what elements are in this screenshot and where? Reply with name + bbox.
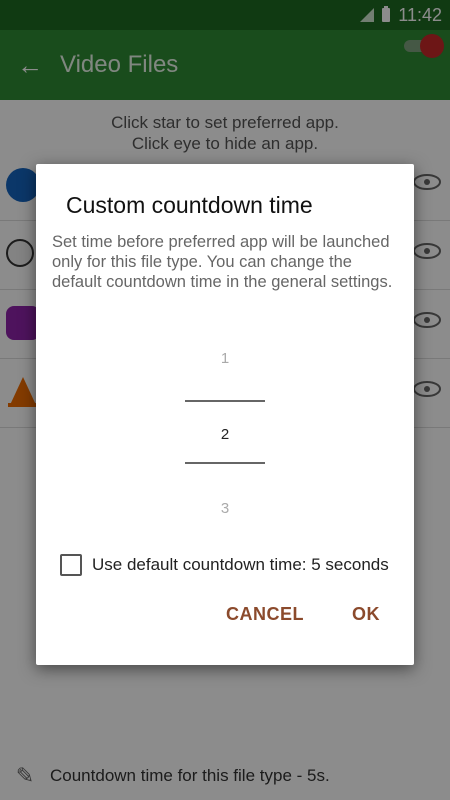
number-picker[interactable]: 1 2 3 (36, 344, 414, 524)
ok-button[interactable]: OK (352, 604, 380, 625)
cancel-button[interactable]: CANCEL (226, 604, 304, 625)
picker-divider-bottom (185, 462, 265, 464)
dialog-actions: CANCEL OK (226, 604, 380, 625)
default-countdown-option[interactable]: Use default countdown time: 5 seconds (60, 554, 389, 576)
picker-prev-value[interactable]: 1 (36, 350, 414, 367)
dialog-title: Custom countdown time (66, 192, 313, 218)
picker-selected-value[interactable]: 2 (36, 426, 414, 443)
default-countdown-checkbox[interactable] (60, 554, 82, 576)
countdown-dialog: Custom countdown time Set time before pr… (36, 164, 414, 665)
dialog-message: Set time before preferred app will be la… (52, 233, 393, 291)
checkbox-label: Use default countdown time: 5 seconds (92, 555, 389, 574)
picker-next-value[interactable]: 3 (36, 500, 414, 517)
picker-divider-top (185, 400, 265, 402)
